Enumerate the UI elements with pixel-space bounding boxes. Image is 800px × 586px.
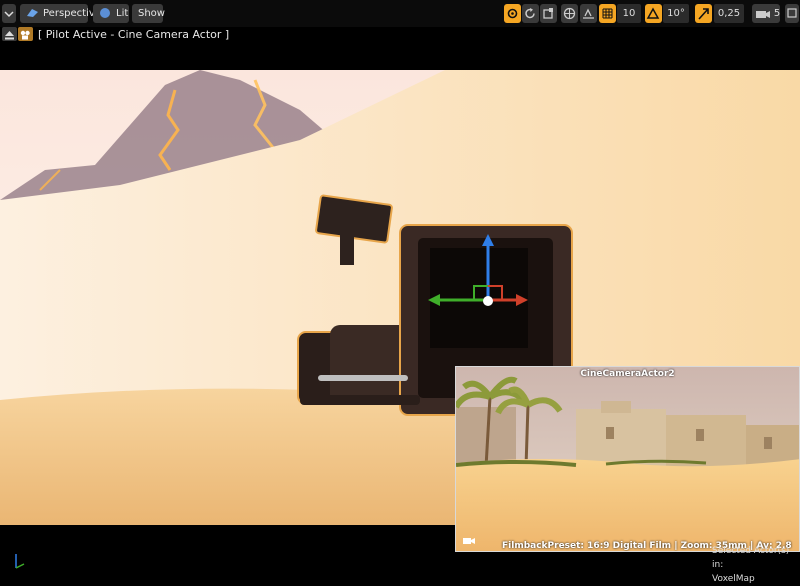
sphere-icon	[100, 8, 110, 18]
camera-actor-icon	[20, 30, 30, 40]
pilot-label: [ Pilot Active - Cine Camera Actor ]	[38, 28, 230, 41]
translate-tool-button[interactable]	[504, 4, 521, 23]
scale-snap-value[interactable]: 0,25	[714, 4, 744, 23]
world-axis-icon	[15, 554, 25, 569]
perspective-icon	[27, 9, 38, 17]
camera-speed-value[interactable]: 5	[771, 4, 783, 23]
camera-icon	[463, 538, 475, 544]
maximize-viewport-button[interactable]	[785, 4, 799, 23]
selection-info: Selected Actor(s) in: VoxelMap	[712, 544, 800, 586]
rotate-icon	[525, 8, 535, 19]
lock-viewport-button[interactable]	[18, 27, 33, 41]
eject-pilot-button[interactable]	[2, 27, 17, 41]
surface-snap-icon	[583, 8, 594, 19]
move-arrows-icon	[507, 8, 518, 19]
world-local-toggle[interactable]	[561, 4, 578, 23]
globe-icon	[563, 7, 576, 20]
surface-snap-button[interactable]	[580, 4, 597, 23]
scale-tool-button[interactable]	[540, 4, 557, 23]
camera-preview-render	[456, 367, 799, 551]
show-label: Show	[138, 8, 165, 19]
camera-preview-window: CineCameraActor2 FilmbackPreset: 16:9 Di…	[455, 366, 800, 552]
grid-snap-value[interactable]: 10	[617, 4, 641, 23]
grid-icon	[602, 8, 613, 19]
show-button[interactable]: Show	[132, 4, 165, 23]
viewport-options-button[interactable]	[2, 4, 16, 23]
scale-snap-toggle[interactable]	[695, 4, 712, 23]
camera-speed-icon	[756, 11, 770, 18]
scale-icon	[543, 8, 553, 19]
rotation-snap-toggle[interactable]	[645, 4, 662, 23]
chevron-down-icon	[4, 11, 14, 18]
level-name: VoxelMap	[712, 574, 755, 584]
angle-icon	[646, 7, 660, 19]
scale-arrow-icon	[698, 8, 709, 20]
lit-label: Lit	[116, 8, 129, 19]
viewport-toolbar: Perspective Lit Show 10 10° 0,25 5	[0, 0, 800, 27]
maximize-icon	[787, 8, 797, 18]
rotation-snap-value[interactable]: 10°	[663, 4, 689, 23]
grid-snap-toggle[interactable]	[599, 4, 616, 23]
lit-button[interactable]: Lit	[93, 4, 129, 23]
selected-actor-label: Selected Actor(s) in:	[712, 546, 790, 570]
perspective-button[interactable]: Perspective	[20, 4, 101, 23]
camera-preview-title: CineCameraActor2	[580, 369, 675, 379]
rotate-tool-button[interactable]	[522, 4, 539, 23]
eject-icon	[5, 31, 14, 40]
